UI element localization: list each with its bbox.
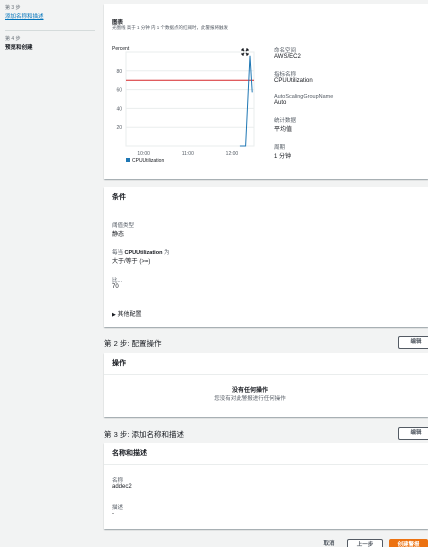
- step2-title: 第 2 步: 配置操作: [104, 339, 162, 348]
- y-tick-label: 20: [116, 125, 122, 131]
- metric-graph-panel: 图表 光圈线 高于 1 分钟 内 1 个数据点的红阈时，此警报将触发 Perce…: [104, 4, 428, 179]
- sidebar-divider: [5, 30, 95, 31]
- actions-panel: 操作 没有任何操作 您没有对此警报进行任何操作: [104, 353, 428, 417]
- y-tick-label: 40: [116, 106, 122, 112]
- than-value: 70: [112, 284, 119, 290]
- step4-label: 第 4 步: [5, 36, 21, 42]
- name-description-header: 名称和描述: [104, 443, 428, 465]
- name-description-panel: 名称和描述 名称 addec2 描述 -: [104, 443, 428, 529]
- whenever-suffix: 为: [163, 250, 170, 256]
- namespace-value: AWS/EC2: [274, 54, 301, 60]
- actions-header: 操作: [104, 353, 428, 375]
- y-tick-label: 60: [116, 88, 122, 94]
- chart-x-ticks: 10:00 11:00 12:00: [137, 151, 238, 157]
- statistic-value: 平均值: [274, 127, 293, 133]
- actions-empty-desc: 您没有对此警报进行任何操作: [214, 396, 286, 402]
- chart-frame: [125, 51, 255, 147]
- step4-current: 预览和创建: [5, 45, 33, 51]
- x-tick-label: 12:00: [226, 151, 239, 157]
- legend-label: CPUUtilization: [132, 158, 164, 164]
- step3-title: 第 3 步: 添加名称和描述: [104, 430, 185, 439]
- previous-button[interactable]: 上一步: [347, 539, 383, 547]
- conditions-header: 条件: [112, 194, 126, 201]
- step3-link[interactable]: 添加名称和描述: [5, 12, 44, 20]
- than-label: 比...: [112, 278, 123, 284]
- name-label: 名称: [112, 478, 124, 484]
- threshold-type-value: 静态: [112, 232, 125, 238]
- description-value: -: [112, 511, 114, 517]
- x-tick-label: 11:00: [182, 151, 194, 157]
- x-tick-label: 10:00: [137, 151, 150, 157]
- whenever-line: 每当 CPUUtilization 为: [112, 248, 169, 256]
- additional-config-toggle[interactable]: ▶ 其他配置: [112, 309, 142, 318]
- chart-grid: [125, 51, 255, 147]
- period-label: 周期: [274, 145, 286, 151]
- step3-edit-button[interactable]: 编辑: [398, 427, 428, 440]
- asg-value: Auto: [274, 100, 287, 106]
- legend-swatch: [126, 158, 130, 162]
- cancel-button[interactable]: 取消: [318, 539, 340, 547]
- name-value: addec2: [112, 484, 132, 490]
- metric-details: 命名空间 AWS/EC2 指标名称 CPUUtilization AutoSca…: [274, 46, 424, 170]
- metric-name-label: 指标名称: [274, 72, 297, 78]
- create-alarm-button[interactable]: 创建警报: [389, 539, 428, 547]
- cpu-utilization-chart: Percent 20 40 60 80 10:00 11:00 12:00 CPUUtil…: [112, 46, 255, 164]
- conditions-panel: 条件 阈值类型 静态 每当 CPUUtilization 为 大于/等于 (>=…: [104, 187, 428, 327]
- description-label: 描述: [112, 505, 124, 511]
- cpu-series-line: [239, 55, 253, 147]
- namespace-label: 命名空间: [274, 48, 297, 54]
- wizard-sidebar: 第 3 步 添加名称和描述 第 4 步 预览和创建: [0, 0, 100, 547]
- step2-edit-button[interactable]: 编辑: [398, 336, 428, 349]
- chart-y-ticks: 20 40 60 80: [116, 69, 122, 131]
- actions-empty-title: 没有任何操作: [231, 388, 268, 394]
- additional-config-label: 其他配置: [117, 312, 142, 318]
- operator-value: 大于/等于 (>=): [112, 259, 151, 265]
- y-tick-label: 80: [116, 69, 122, 75]
- threshold-type-label: 阈值类型: [112, 223, 135, 229]
- metric-name-value: CPUUtilization: [274, 78, 313, 84]
- graph-subtitle: 光圈线 高于 1 分钟 内 1 个数据点的红阈时，此警报将触发: [112, 25, 229, 30]
- statistic-label: 统计数据: [274, 118, 297, 124]
- period-value: 1 分钟: [274, 154, 292, 160]
- caret-right-icon: ▶: [112, 312, 116, 318]
- chart-y-label: Percent: [112, 46, 130, 52]
- step3-label: 第 3 步: [5, 5, 21, 11]
